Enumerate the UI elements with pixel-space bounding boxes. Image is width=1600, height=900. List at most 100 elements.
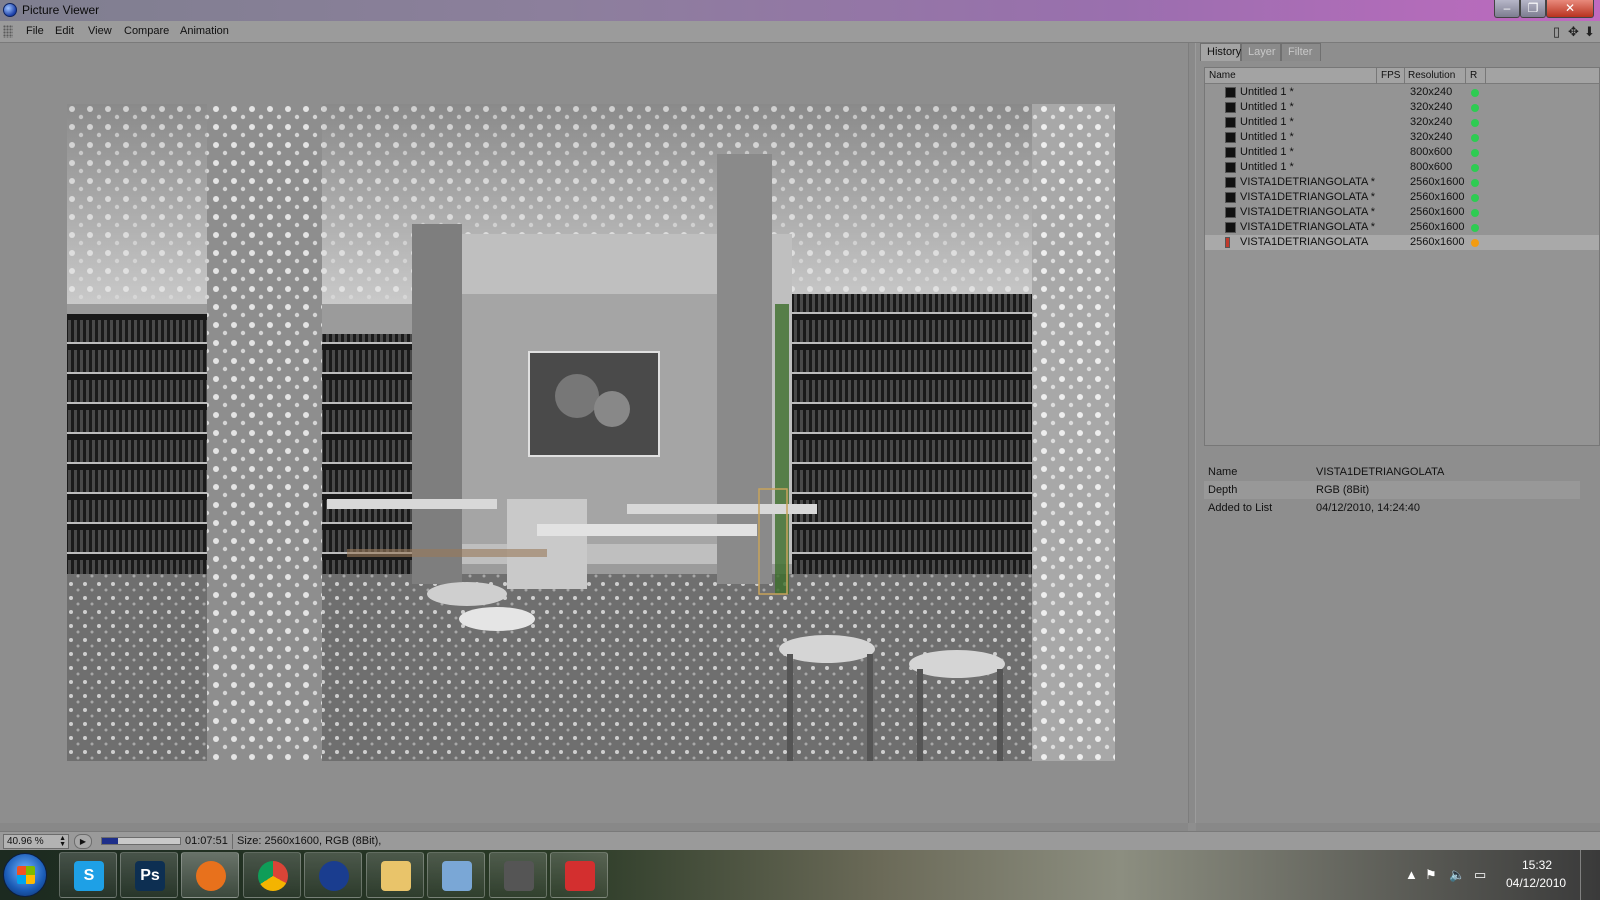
progress-fill bbox=[102, 838, 118, 844]
thumbnail-icon bbox=[1225, 102, 1236, 113]
history-row[interactable]: Untitled 1 * 320x240 bbox=[1205, 100, 1599, 115]
render-status-icon bbox=[1471, 209, 1479, 217]
thumbnail-icon bbox=[1225, 222, 1236, 233]
panel-scrollbar[interactable] bbox=[1196, 823, 1600, 831]
menu-edit[interactable]: Edit bbox=[55, 25, 74, 37]
render-status-icon bbox=[1471, 239, 1479, 247]
play-button[interactable]: ▶ bbox=[74, 834, 92, 849]
history-panel: History Layer Filter Name FPS Resolution… bbox=[1196, 43, 1600, 823]
row-name: Untitled 1 * bbox=[1240, 161, 1294, 173]
menu-view[interactable]: View bbox=[88, 25, 112, 37]
render-scene-image bbox=[67, 104, 1115, 761]
flag-icon[interactable]: ⚑ bbox=[1425, 867, 1437, 883]
thumbnail-icon bbox=[1225, 207, 1236, 218]
taskbar-app-button[interactable] bbox=[489, 852, 547, 898]
photoshop-icon: Ps bbox=[135, 861, 165, 891]
history-row[interactable]: VISTA1DETRIANGOLATA * 2560x1600 bbox=[1205, 175, 1599, 190]
row-name: VISTA1DETRIANGOLATA bbox=[1240, 236, 1369, 248]
speaker-icon[interactable]: 🔈 bbox=[1449, 867, 1465, 883]
status-time: 01:07:51 bbox=[185, 835, 228, 847]
row-resolution: 800x600 bbox=[1410, 161, 1453, 173]
history-row[interactable]: VISTA1DETRIANGOLATA * 2560x1600 bbox=[1205, 205, 1599, 220]
column-divider[interactable] bbox=[1404, 68, 1405, 84]
column-fps[interactable]: FPS bbox=[1381, 70, 1400, 81]
menu-animation[interactable]: Animation bbox=[180, 25, 229, 37]
render-status-icon bbox=[1471, 224, 1479, 232]
zoom-stepper-icon[interactable]: ▲ ▼ bbox=[59, 835, 66, 848]
move-icon[interactable]: ✥ bbox=[1568, 24, 1579, 40]
history-row[interactable]: Untitled 1 * 800x600 bbox=[1205, 160, 1599, 175]
taskbar-app-button[interactable] bbox=[427, 852, 485, 898]
skype-icon: S bbox=[74, 861, 104, 891]
chrome-icon bbox=[258, 861, 288, 891]
viewer-scrollbar[interactable] bbox=[0, 823, 1188, 831]
close-button[interactable]: ✕ bbox=[1546, 0, 1594, 18]
taskbar-app-button[interactable] bbox=[181, 852, 239, 898]
taskbar-app-button[interactable]: S bbox=[59, 852, 117, 898]
image-info: Name VISTA1DETRIANGOLATA Depth RGB (8Bit… bbox=[1204, 463, 1580, 517]
start-button[interactable] bbox=[3, 853, 47, 897]
panel-splitter[interactable] bbox=[1188, 43, 1196, 823]
thumbnail-icon bbox=[1225, 117, 1236, 128]
row-resolution: 320x240 bbox=[1410, 86, 1453, 98]
tab-filter[interactable]: Filter bbox=[1281, 43, 1321, 61]
thumbnail-icon bbox=[1225, 177, 1236, 188]
menu-compare[interactable]: Compare bbox=[124, 25, 169, 37]
info-added-value: 04/12/2010, 14:24:40 bbox=[1316, 502, 1420, 514]
layout-icon[interactable]: ▯ bbox=[1553, 24, 1560, 40]
tray-arrow-icon[interactable]: ▲ bbox=[1405, 867, 1418, 882]
history-row[interactable]: Untitled 1 * 320x240 bbox=[1205, 130, 1599, 145]
info-added-row: Added to List 04/12/2010, 14:24:40 bbox=[1204, 499, 1580, 517]
history-row[interactable]: VISTA1DETRIANGOLATA 2560x1600 bbox=[1205, 235, 1599, 250]
history-row[interactable]: Untitled 1 * 320x240 bbox=[1205, 115, 1599, 130]
maximize-button[interactable]: ❐ bbox=[1520, 0, 1546, 18]
folder-icon bbox=[381, 861, 411, 891]
column-name[interactable]: Name bbox=[1209, 70, 1236, 81]
zoom-field[interactable]: 40.96 % ▲ ▼ bbox=[3, 834, 69, 849]
column-divider[interactable] bbox=[1376, 68, 1377, 84]
clock-date[interactable]: 04/12/2010 bbox=[1506, 876, 1566, 890]
status-bar: 40.96 % ▲ ▼ ▶ 01:07:51 Size: 2560x1600, R… bbox=[0, 831, 1600, 850]
minimize-button[interactable]: – bbox=[1494, 0, 1520, 18]
render-status-icon bbox=[1471, 164, 1479, 172]
history-row[interactable]: VISTA1DETRIANGOLATA * 2560x1600 bbox=[1205, 220, 1599, 235]
network-icon[interactable]: ▭ bbox=[1474, 867, 1486, 883]
info-name-label: Name bbox=[1208, 466, 1238, 478]
menu-file[interactable]: File bbox=[26, 25, 44, 37]
playback-progress[interactable] bbox=[101, 837, 181, 845]
column-resolution[interactable]: Resolution bbox=[1408, 70, 1455, 81]
app-icon bbox=[3, 3, 17, 17]
window-title: Picture Viewer bbox=[22, 3, 100, 17]
history-row[interactable]: VISTA1DETRIANGOLATA * 2560x1600 bbox=[1205, 190, 1599, 205]
info-name-value: VISTA1DETRIANGOLATA bbox=[1316, 466, 1445, 478]
download-icon[interactable]: ⬇ bbox=[1584, 24, 1595, 40]
show-desktop-button[interactable] bbox=[1580, 850, 1600, 900]
row-name: VISTA1DETRIANGOLATA * bbox=[1240, 176, 1376, 188]
taskbar-app-button[interactable] bbox=[366, 852, 424, 898]
taskbar-app-button[interactable] bbox=[550, 852, 608, 898]
info-depth-value: RGB (8Bit) bbox=[1316, 484, 1370, 496]
taskbar-app-button[interactable] bbox=[304, 852, 362, 898]
tab-history[interactable]: History bbox=[1200, 43, 1241, 61]
zoom-value: 40.96 % bbox=[7, 836, 44, 847]
history-list: Name FPS Resolution R Untitled 1 * 320x24… bbox=[1204, 67, 1600, 446]
history-row[interactable]: Untitled 1 * 320x240 bbox=[1205, 85, 1599, 100]
row-resolution: 320x240 bbox=[1410, 101, 1453, 113]
windows-flag-icon bbox=[17, 866, 35, 884]
column-divider[interactable] bbox=[1485, 68, 1486, 84]
row-name: Untitled 1 * bbox=[1240, 131, 1294, 143]
clock-time[interactable]: 15:32 bbox=[1522, 858, 1552, 872]
render-status-icon bbox=[1471, 104, 1479, 112]
column-r[interactable]: R bbox=[1470, 70, 1477, 81]
taskbar-app-button[interactable] bbox=[243, 852, 301, 898]
history-row[interactable]: Untitled 1 * 800x600 bbox=[1205, 145, 1599, 160]
grip-icon[interactable] bbox=[3, 25, 13, 38]
column-divider[interactable] bbox=[1465, 68, 1466, 84]
image-viewport[interactable] bbox=[0, 43, 1188, 823]
tab-layer[interactable]: Layer bbox=[1241, 43, 1281, 61]
row-resolution: 2560x1600 bbox=[1410, 206, 1465, 218]
scanner-icon bbox=[504, 861, 534, 891]
taskbar-app-button[interactable]: Ps bbox=[120, 852, 178, 898]
render-status-icon bbox=[1471, 194, 1479, 202]
thumbnail-icon bbox=[1225, 162, 1236, 173]
